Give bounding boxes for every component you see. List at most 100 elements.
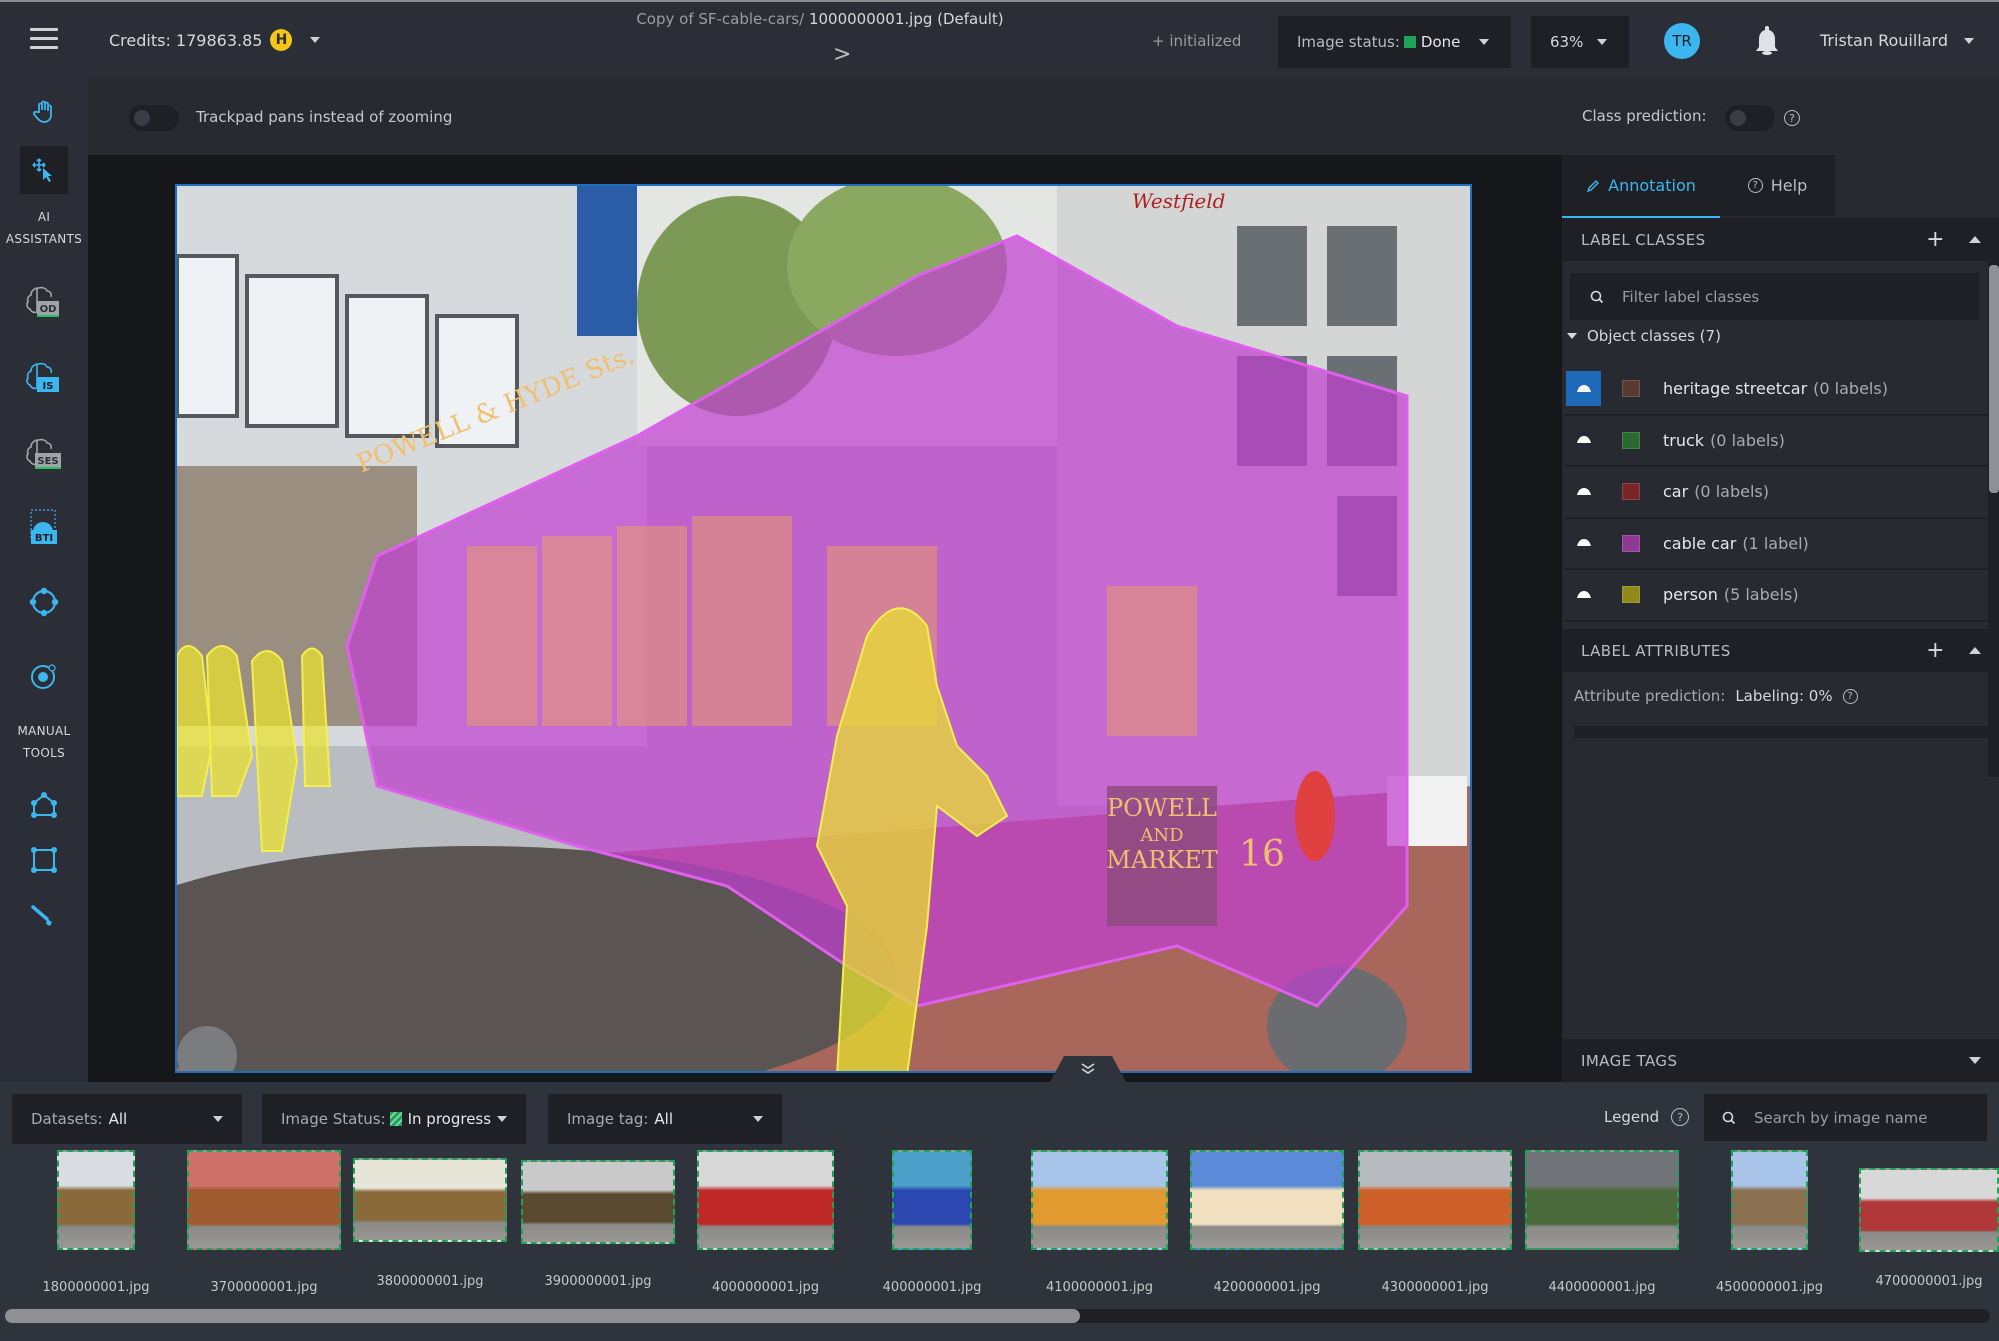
pencil-icon [1587, 179, 1600, 192]
click-segmentation-tool[interactable] [20, 652, 68, 700]
chevron-down-icon [1597, 39, 1608, 45]
image-tag-filter[interactable]: Image tag: All [548, 1094, 782, 1144]
eye-icon [1576, 436, 1591, 444]
search-icon [1590, 290, 1604, 303]
image-search[interactable] [1704, 1094, 1987, 1141]
user-menu[interactable]: Tristan Rouillard [1820, 31, 1975, 50]
collapse-icon[interactable] [1969, 647, 1981, 654]
svg-text:POWELL: POWELL [1107, 794, 1217, 822]
label-class-row[interactable]: car (0 labels) [1564, 467, 1988, 519]
add-class-icon[interactable]: + [1926, 227, 1945, 252]
attribute-prediction: Attribute prediction: Labeling: 0% ? [1574, 687, 1858, 705]
filmstrip-scrollbar[interactable] [5, 1309, 1990, 1323]
label-class-row[interactable]: truck (0 labels) [1564, 416, 1988, 467]
collapse-filmstrip-button[interactable] [1050, 1056, 1126, 1082]
visibility-toggle[interactable] [1566, 371, 1601, 407]
visibility-toggle[interactable] [1566, 526, 1601, 561]
visibility-toggle[interactable] [1566, 423, 1601, 458]
tab-annotation[interactable]: Annotation [1562, 155, 1720, 219]
object-classes-toggle[interactable]: Object classes (7) [1567, 327, 1721, 345]
thumbnail-image[interactable] [1031, 1150, 1168, 1250]
thumbnail-image[interactable] [1731, 1150, 1808, 1250]
file-path: Copy of SF-cable-cars/ 1000000001.jpg (D… [560, 10, 1080, 28]
search-icon [1722, 1111, 1736, 1124]
rectangle-tool[interactable] [20, 836, 68, 884]
label-class-row[interactable]: person (5 labels) [1564, 570, 1988, 622]
instance-segmentation-tool[interactable]: IS [20, 354, 68, 402]
select-move-tool[interactable] [20, 146, 68, 194]
bounding-box-instance-tool[interactable]: BTI [20, 504, 68, 552]
bti-icon: BTI [30, 509, 57, 544]
scrollbar-thumb[interactable] [5, 1309, 1080, 1323]
image-search-input[interactable] [1754, 1108, 1984, 1127]
filter-input[interactable] [1622, 287, 1962, 306]
class-prediction-label: Class prediction: [1582, 107, 1707, 125]
brush-icon [31, 905, 52, 926]
expand-icon[interactable] [1969, 1057, 1981, 1064]
image-tags-header[interactable]: IMAGE TAGS [1562, 1039, 1999, 1082]
eye-icon [1576, 384, 1591, 392]
tab-label: Help [1770, 176, 1808, 195]
tab-help[interactable]: ? Help [1720, 155, 1835, 216]
help-icon[interactable]: ? [1842, 688, 1858, 704]
datasets-filter[interactable]: Datasets: All [12, 1094, 242, 1144]
brain-ses-icon: SES [26, 438, 61, 469]
menu-icon[interactable] [30, 28, 58, 50]
zoom-level-dropdown[interactable]: 63% [1531, 16, 1629, 68]
thumbnail-image[interactable] [353, 1158, 507, 1242]
object-detection-tool[interactable]: OD [20, 278, 68, 326]
label-class-row[interactable]: cable car (1 label) [1564, 519, 1988, 570]
label-attributes-header[interactable]: LABEL ATTRIBUTES + [1562, 629, 1999, 672]
thumbnail-image[interactable] [1859, 1168, 1999, 1252]
class-list-scrollbar[interactable] [1988, 261, 1999, 777]
section-label: ASSISTANTS [5, 232, 83, 246]
chevron-double-down-icon [1050, 1056, 1126, 1082]
polygon-tool[interactable] [20, 782, 68, 830]
filter-label-classes[interactable] [1570, 273, 1979, 320]
label-class-list: heritage streetcar (0 labels) truck (0 l… [1564, 364, 1988, 622]
extreme-points-tool[interactable] [20, 578, 68, 626]
image-status-filter[interactable]: Image Status: In progress [262, 1094, 526, 1144]
filter-label: Image Status: [281, 1110, 386, 1128]
thumbnail-image[interactable] [1190, 1150, 1344, 1250]
class-prediction-toggle[interactable] [1725, 105, 1775, 131]
image-status-dropdown[interactable]: Image status: Done [1278, 16, 1511, 68]
class-name: truck [1663, 430, 1705, 450]
filter-value: All [654, 1110, 674, 1128]
chevron-down-icon [1964, 37, 1975, 44]
svg-text:OD: OD [40, 304, 57, 315]
credits-dropdown[interactable]: Credits: 179863.85 H [109, 29, 321, 51]
collapse-icon[interactable] [1969, 236, 1981, 243]
add-attribute-icon[interactable]: + [1926, 638, 1945, 663]
attribute-progress-bar [1574, 726, 1990, 738]
thumbnail-image[interactable] [697, 1150, 834, 1250]
user-avatar[interactable]: TR [1664, 23, 1700, 59]
trackpad-pan-toggle[interactable] [129, 105, 179, 131]
thumbnail-filename: 3700000001.jpg [210, 1280, 318, 1295]
next-image-chevron-icon[interactable]: > [833, 42, 851, 67]
thumbnail-image[interactable] [1358, 1150, 1512, 1250]
label-classes-header[interactable]: LABEL CLASSES + [1562, 218, 1999, 261]
label-class-row[interactable]: heritage streetcar (0 labels) [1564, 364, 1988, 416]
eye-icon [1576, 539, 1591, 547]
thumbnail-image[interactable] [892, 1150, 972, 1250]
notification-bell-icon[interactable] [1752, 24, 1782, 56]
visibility-toggle[interactable] [1566, 577, 1601, 612]
thumbnail-image[interactable] [187, 1150, 341, 1250]
semantic-segmentation-tool[interactable]: SES [20, 430, 68, 478]
help-icon[interactable]: ? [1784, 110, 1800, 126]
visibility-toggle[interactable] [1566, 474, 1601, 509]
brain-is-icon: IS [26, 362, 59, 392]
annotated-image[interactable]: Westfield POWELL & HYDE Sts. POWELL AND … [175, 184, 1472, 1073]
scrollbar-thumb[interactable] [1989, 265, 1999, 493]
legend-button[interactable]: Legend ? [1604, 1108, 1690, 1126]
hand-pan-tool[interactable] [20, 88, 68, 136]
annotation-canvas[interactable]: Westfield POWELL & HYDE Sts. POWELL AND … [88, 155, 1562, 1082]
thumbnail-image[interactable] [57, 1150, 135, 1250]
thumbnail-image[interactable] [1525, 1150, 1679, 1250]
brush-tool[interactable] [20, 892, 68, 940]
filter-label: Datasets: [31, 1110, 103, 1128]
class-count: (1 label) [1742, 533, 1809, 553]
section-title: LABEL CLASSES [1581, 230, 1706, 249]
thumbnail-image[interactable] [521, 1160, 675, 1244]
